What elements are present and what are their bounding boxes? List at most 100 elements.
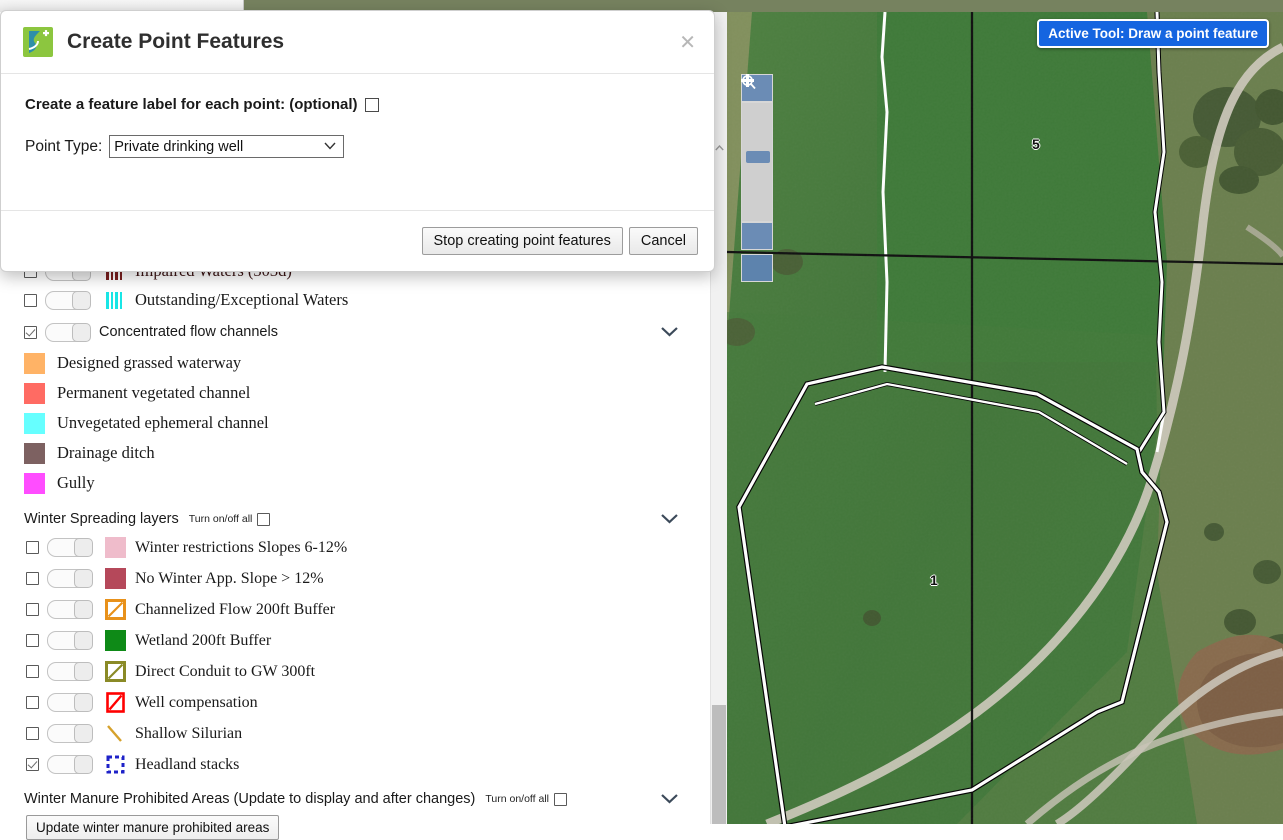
group-title: Winter Spreading layers (24, 511, 179, 527)
layer-toggle[interactable] (47, 724, 93, 743)
layer-checkbox[interactable] (24, 325, 37, 339)
layer-toggle[interactable] (47, 538, 93, 557)
toggle-knob (74, 600, 93, 619)
search-icon (742, 75, 756, 90)
layer-row-direct-conduit-to-gw[interactable]: Direct Conduit to GW 300ft (0, 656, 700, 687)
map-canvas[interactable]: 5 1 Active Tool: Draw a point feature (727, 12, 1283, 824)
point-type-row: Point Type: Private drinking well (25, 135, 690, 158)
layer-toggle[interactable] (47, 600, 93, 619)
layer-label: Headland stacks (135, 755, 240, 773)
zoom-slider-handle[interactable] (746, 151, 770, 163)
layer-row-no-winter-app-slope[interactable]: No Winter App. Slope > 12% (0, 563, 700, 594)
group-header-winter-spreading[interactable]: Winter Spreading layers Turn on/off all (0, 506, 700, 532)
legend-label: Designed grassed waterway (57, 353, 242, 372)
turn-on-off-all-checkbox[interactable] (257, 512, 271, 526)
turn-on-off-all-label: Turn on/off all (485, 793, 549, 805)
layer-checkbox[interactable] (24, 293, 37, 307)
group-header-winter-manure-prohibited[interactable]: Winter Manure Prohibited Areas (Update t… (0, 786, 700, 812)
layer-row-headland-stacks[interactable]: Headland stacks (0, 749, 700, 780)
stop-creating-point-features-button[interactable]: Stop creating point features (421, 227, 623, 255)
chevron-down-icon[interactable] (661, 511, 678, 528)
layer-label: Concentrated flow channels (99, 324, 278, 340)
legend-swatch (24, 442, 45, 464)
legend-label: Unvegetated ephemeral channel (57, 413, 269, 432)
zoom-to-extent-button[interactable] (741, 75, 773, 282)
snapplus-logo-icon (23, 27, 53, 57)
layer-row-concentrated-flow-channels[interactable]: Concentrated flow channels (0, 316, 700, 348)
legend-swatch (24, 382, 45, 404)
toggle-knob (72, 322, 91, 342)
legend-swatch (103, 568, 127, 590)
chevron-down-icon (324, 141, 336, 153)
legend-label: Gully (57, 473, 95, 492)
layer-toggle[interactable] (47, 569, 93, 588)
zoom-out-button[interactable] (741, 79, 773, 250)
layer-row-channelized-flow-buffer[interactable]: Channelized Flow 200ft Buffer (0, 594, 700, 625)
layer-checkbox[interactable] (26, 603, 39, 616)
dialog-title: Create Point Features (67, 30, 285, 53)
layer-checkbox[interactable] (26, 634, 39, 647)
layer-checkbox[interactable] (26, 758, 39, 771)
layer-toggle[interactable] (47, 693, 93, 712)
legend-swatch-hatch (103, 599, 127, 621)
toggle-knob (74, 662, 93, 681)
legend-swatch (24, 352, 45, 374)
dialog-body: Create a feature label for each point: (… (1, 74, 714, 168)
layer-label: Outstanding/Exceptional Waters (135, 290, 349, 309)
layer-checkbox[interactable] (26, 727, 39, 740)
layer-checkbox[interactable] (26, 572, 39, 585)
point-type-value: Private drinking well (114, 138, 244, 155)
layer-row-winter-restrictions-slopes[interactable]: Winter restrictions Slopes 6-12% (0, 532, 700, 563)
legend-swatch (24, 472, 45, 494)
legend-item-unvegetated-ephemeral-channel: Unvegetated ephemeral channel (0, 408, 700, 438)
legend-symbol-bars (101, 289, 127, 311)
toggle-knob (74, 538, 93, 557)
layer-row-outstanding-waters[interactable]: Outstanding/Exceptional Waters (0, 284, 700, 316)
zoom-slider-track[interactable] (741, 102, 773, 222)
legend-swatch-hatch (103, 692, 127, 714)
layer-checkbox[interactable] (26, 696, 39, 709)
update-winter-manure-prohibited-areas-button[interactable]: Update winter manure prohibited areas (26, 815, 280, 840)
map-field-label: 5 (1032, 136, 1040, 152)
feature-label-checkbox[interactable] (364, 97, 379, 112)
toggle-knob (74, 724, 93, 743)
layer-toggle[interactable] (45, 290, 91, 310)
cancel-button[interactable]: Cancel (628, 227, 698, 255)
scroll-thumb[interactable] (712, 705, 726, 824)
layer-toggle[interactable] (47, 755, 93, 774)
layer-toggle[interactable] (47, 662, 93, 681)
map-imagery (727, 12, 1283, 824)
layer-label: No Winter App. Slope > 12% (135, 569, 324, 587)
point-type-label: Point Type: (25, 137, 103, 155)
feature-label-row: Create a feature label for each point: (… (25, 96, 690, 113)
toggle-knob (74, 693, 93, 712)
layer-label: Well compensation (135, 693, 258, 711)
layer-label: Wetland 200ft Buffer (135, 631, 272, 649)
map-zoom-control[interactable] (741, 74, 773, 282)
chevron-down-icon[interactable] (661, 791, 678, 808)
legend-item-designed-grassed-waterway: Designed grassed waterway (0, 348, 700, 378)
legend-symbol-line (103, 723, 127, 745)
legend-label: Permanent vegetated channel (57, 383, 251, 402)
map-field-label: 1 (930, 572, 938, 588)
layer-toggle[interactable] (47, 631, 93, 650)
turn-on-off-all-label: Turn on/off all (188, 513, 253, 525)
layer-toggle[interactable] (45, 322, 91, 342)
legend-label: Drainage ditch (57, 443, 155, 462)
point-type-select[interactable]: Private drinking well (109, 135, 345, 158)
close-icon[interactable]: ✕ (679, 33, 696, 53)
legend-swatch (103, 630, 127, 652)
group-title: Winter Manure Prohibited Areas (Update t… (24, 791, 476, 807)
layer-row-wetland-buffer[interactable]: Wetland 200ft Buffer (0, 625, 700, 656)
layer-row-shallow-silurian[interactable]: Shallow Silurian (0, 718, 700, 749)
turn-on-off-all-checkbox[interactable] (553, 792, 567, 806)
feature-label-text: Create a feature label for each point: (… (25, 96, 358, 113)
legend-item-permanent-vegetated-channel: Permanent vegetated channel (0, 378, 700, 408)
toggle-knob (72, 290, 91, 310)
layer-checkbox[interactable] (26, 665, 39, 678)
layer-row-well-compensation[interactable]: Well compensation (0, 687, 700, 718)
layer-checkbox[interactable] (26, 541, 39, 554)
layer-label: Winter restrictions Slopes 6-12% (135, 538, 348, 556)
active-tool-banner: Active Tool: Draw a point feature (1037, 19, 1269, 48)
chevron-down-icon[interactable] (661, 324, 678, 341)
